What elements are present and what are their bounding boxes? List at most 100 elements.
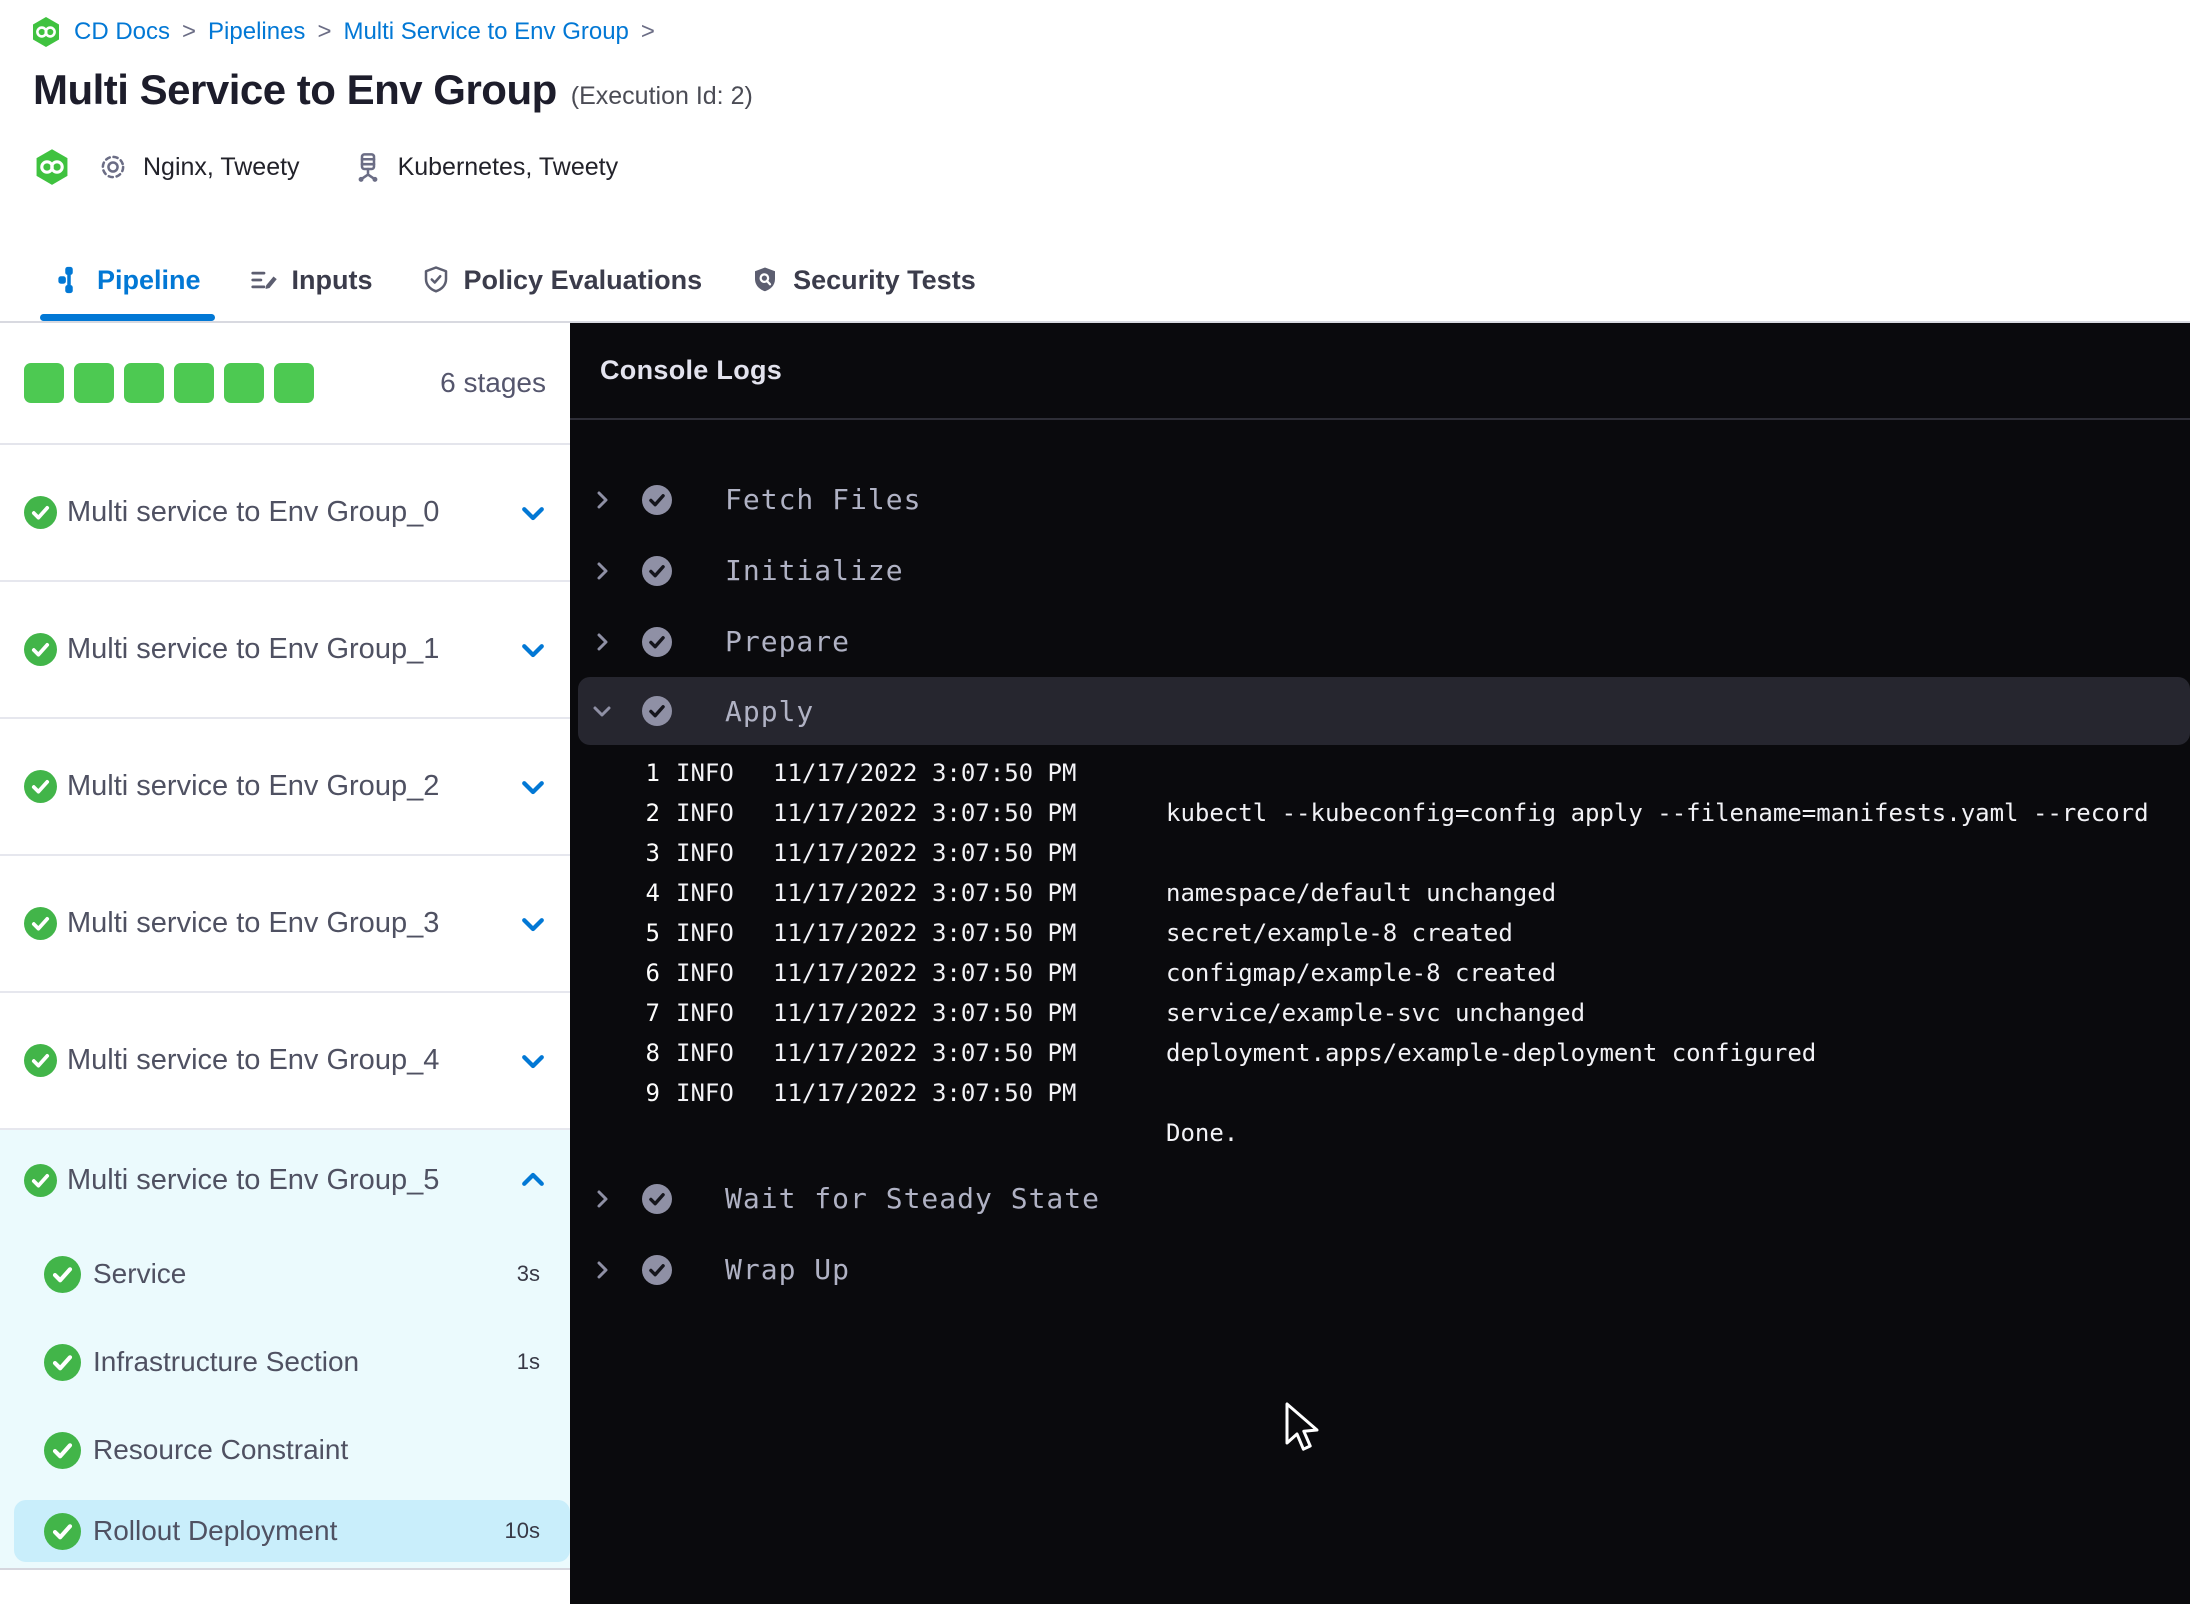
stage-status-square bbox=[274, 363, 314, 403]
tab-label: Policy Evaluations bbox=[463, 264, 703, 295]
log-line: 5 INFO 11/17/2022 3:07:50 PM secret/example… bbox=[620, 913, 2190, 953]
console-step-label: Fetch Files bbox=[725, 483, 922, 516]
log-message: namespace/default unchanged bbox=[1166, 879, 1557, 907]
pipeline-execution-page: CD Docs > Pipelines > Multi Service to Env G… bbox=[0, 0, 2190, 1604]
console-step-label: Prepare bbox=[725, 625, 851, 658]
chevron-down-icon[interactable] bbox=[518, 772, 548, 802]
console-step-initialize[interactable]: Initialize bbox=[570, 535, 2190, 606]
stage-step-service[interactable]: Service 3s bbox=[0, 1230, 570, 1318]
console-step-prepare[interactable]: Prepare bbox=[570, 606, 2190, 677]
tab-inputs[interactable]: Inputs bbox=[225, 239, 397, 321]
log-level: INFO bbox=[676, 999, 734, 1027]
breadcrumb-link-2[interactable]: Multi Service to Env Group bbox=[343, 18, 628, 46]
log-timestamp: 11/17/2022 3:07:50 PM bbox=[773, 959, 1077, 987]
chevron-down-icon[interactable] bbox=[590, 698, 614, 724]
log-line-number: 3 bbox=[645, 839, 660, 867]
log-line-number bbox=[620, 1113, 660, 1153]
log-timestamp: 11/17/2022 3:07:50 PM bbox=[773, 1079, 1077, 1107]
chevron-down-icon[interactable] bbox=[518, 1046, 548, 1076]
console-step-label: Initialize bbox=[725, 554, 904, 587]
log-level: INFO bbox=[676, 759, 734, 787]
stage-row-2[interactable]: Multi service to Env Group_2 bbox=[0, 719, 570, 856]
stage-label: Multi service to Env Group_5 bbox=[67, 1163, 440, 1196]
active-tab-underline bbox=[40, 314, 215, 321]
harness-cd-icon bbox=[33, 148, 71, 186]
chevron-down-icon[interactable] bbox=[518, 909, 548, 939]
stage-row-1[interactable]: Multi service to Env Group_1 bbox=[0, 582, 570, 719]
stage-status-square bbox=[224, 363, 264, 403]
success-status-icon bbox=[24, 770, 57, 803]
log-line: 7 INFO 11/17/2022 3:07:50 PM service/exampl… bbox=[620, 993, 2190, 1033]
execution-meta-row: Nginx, Tweety Kubernetes, Tweety bbox=[33, 148, 618, 186]
tab-policy-evaluations[interactable]: Policy Evaluations bbox=[397, 239, 727, 321]
console-step-apply[interactable]: Apply bbox=[578, 677, 2190, 745]
log-line: 1 INFO 11/17/2022 3:07:50 PM bbox=[620, 753, 2190, 793]
step-label: Service bbox=[93, 1258, 187, 1289]
stage-status-square bbox=[124, 363, 164, 403]
breadcrumb-link-1[interactable]: Pipelines bbox=[208, 18, 305, 46]
console-header: Console Logs bbox=[570, 323, 2190, 420]
chevron-right-icon[interactable] bbox=[590, 629, 614, 655]
breadcrumb-link-0[interactable]: CD Docs bbox=[74, 18, 170, 46]
tab-security-tests[interactable]: Security Tests bbox=[726, 239, 1000, 321]
breadcrumb-separator: > bbox=[317, 18, 332, 45]
console-step-fetch-files[interactable]: Fetch Files bbox=[570, 464, 2190, 535]
stage-row-3[interactable]: Multi service to Env Group_3 bbox=[0, 856, 570, 993]
success-status-icon bbox=[642, 1254, 672, 1285]
selected-step-highlight[interactable]: Rollout Deployment 10s bbox=[14, 1500, 570, 1562]
tab-bar: Pipeline Inputs Policy Evaluations Security… bbox=[30, 239, 1000, 321]
chevron-right-icon[interactable] bbox=[590, 1186, 614, 1212]
success-status-icon bbox=[642, 1183, 672, 1214]
log-level: INFO bbox=[676, 1039, 734, 1067]
stages-count-label: 6 stages bbox=[440, 367, 546, 398]
services-label: Nginx, Tweety bbox=[143, 152, 300, 181]
stage-row-0[interactable]: Multi service to Env Group_0 bbox=[0, 445, 570, 582]
main-area: 6 stages Multi service to Env Group_0 Mul… bbox=[0, 323, 2190, 1604]
stage-step-rollout-deployment[interactable]: Rollout Deployment 10s bbox=[0, 1494, 570, 1568]
log-message: secret/example-8 created bbox=[1166, 919, 1513, 947]
log-line-number: 4 bbox=[645, 879, 660, 907]
success-status-icon bbox=[24, 907, 57, 940]
log-line: 8 INFO 11/17/2022 3:07:50 PM deployment.app… bbox=[620, 1033, 2190, 1073]
log-message bbox=[1150, 753, 2190, 793]
chevron-right-icon[interactable] bbox=[590, 558, 614, 584]
log-timestamp bbox=[757, 1113, 1150, 1153]
stage-label: Multi service to Env Group_3 bbox=[67, 907, 440, 939]
breadcrumb-separator: > bbox=[640, 18, 655, 45]
log-line: 2 INFO 11/17/2022 3:07:50 PM kubectl --kube… bbox=[620, 793, 2190, 833]
log-line-number: 9 bbox=[645, 1079, 660, 1107]
console-step-wait-for-steady-state[interactable]: Wait for Steady State bbox=[570, 1163, 2190, 1234]
chevron-down-icon[interactable] bbox=[518, 498, 548, 528]
success-status-icon bbox=[44, 1431, 81, 1469]
chevron-down-icon[interactable] bbox=[518, 635, 548, 665]
log-line: 3 INFO 11/17/2022 3:07:50 PM bbox=[620, 833, 2190, 873]
log-level: INFO bbox=[676, 1079, 734, 1107]
stage-label: Multi service to Env Group_1 bbox=[67, 633, 440, 665]
stage-step-resource-constraint[interactable]: Resource Constraint bbox=[0, 1406, 570, 1494]
stage-status-square bbox=[24, 363, 64, 403]
stage-step-infrastructure-section[interactable]: Infrastructure Section 1s bbox=[0, 1318, 570, 1406]
chevron-right-icon[interactable] bbox=[590, 487, 614, 513]
chevron-right-icon[interactable] bbox=[590, 1257, 614, 1283]
chevron-up-icon[interactable] bbox=[518, 1165, 548, 1195]
inputs-icon bbox=[249, 265, 279, 295]
step-label: Rollout Deployment bbox=[93, 1515, 338, 1546]
breadcrumb-items: CD Docs > Pipelines > Multi Service to Env G… bbox=[74, 18, 655, 46]
success-status-icon bbox=[642, 555, 672, 586]
log-line-number: 7 bbox=[645, 999, 660, 1027]
stage-row-5[interactable]: Multi service to Env Group_5 bbox=[0, 1130, 570, 1230]
policy-evaluations-icon bbox=[421, 265, 451, 295]
tab-pipeline[interactable]: Pipeline bbox=[30, 239, 225, 321]
log-timestamp: 11/17/2022 3:07:50 PM bbox=[773, 759, 1077, 787]
console-step-wrap-up[interactable]: Wrap Up bbox=[570, 1234, 2190, 1305]
tab-label: Pipeline bbox=[97, 264, 201, 295]
console-panel: Console Logs Fetch Files Initialize Prepar… bbox=[570, 323, 2190, 1604]
log-level: INFO bbox=[676, 879, 734, 907]
pipeline-icon bbox=[54, 265, 84, 295]
console-steps: Fetch Files Initialize Prepare Apply 1 INFO 11… bbox=[570, 420, 2190, 1305]
log-message bbox=[1150, 1073, 2190, 1113]
console-step-label: Wrap Up bbox=[725, 1253, 851, 1286]
stage-row-4[interactable]: Multi service to Env Group_4 bbox=[0, 993, 570, 1130]
log-line: 6 INFO 11/17/2022 3:07:50 PM configmap/exam… bbox=[620, 953, 2190, 993]
log-level: INFO bbox=[676, 839, 734, 867]
